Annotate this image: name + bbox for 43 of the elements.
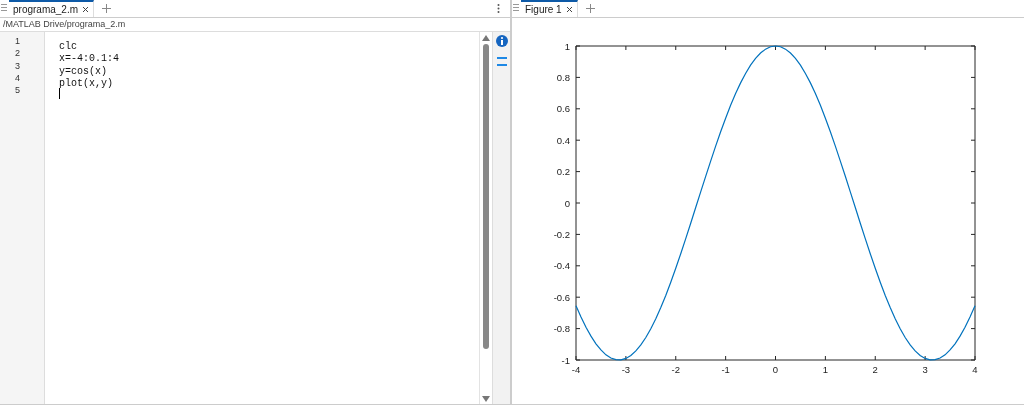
code-line: y=cos(x): [59, 65, 107, 77]
close-icon[interactable]: [565, 6, 573, 13]
close-icon[interactable]: [82, 6, 90, 13]
add-icon[interactable]: [585, 3, 595, 13]
drag-handle-icon[interactable]: [1, 4, 7, 13]
x-tick-label: 1: [822, 364, 828, 375]
y-tick-label: 0.4: [556, 134, 570, 146]
y-tick-label: 0.8: [556, 71, 570, 83]
line-number: 5: [14, 84, 20, 97]
y-tick-label: 0.2: [556, 166, 570, 178]
code-line: clc: [59, 41, 77, 52]
document-tab[interactable]: programa_2.m: [9, 0, 95, 17]
y-tick-label: 0: [564, 197, 570, 209]
warning-markers-icon[interactable]: [496, 57, 507, 67]
x-tick-label: -1: [721, 364, 730, 375]
document-tab[interactable]: Figure 1: [521, 0, 578, 17]
y-tick-label: 0.6: [556, 103, 570, 115]
x-tick-label: 0: [772, 364, 779, 375]
code-line: x=-4:0.1:4: [59, 53, 119, 65]
x-tick-label: 4: [972, 364, 978, 375]
x-tick-label: 3: [922, 364, 928, 375]
y-tick-label: -1: [561, 354, 570, 366]
y-tick-label: 1: [564, 40, 570, 52]
y-tick-label: -0.6: [553, 291, 570, 303]
line-number: 2: [14, 47, 20, 60]
line-number: 3: [14, 59, 20, 72]
code-line: plot(x,y): [59, 77, 113, 89]
y-tick-label: -0.4: [553, 260, 570, 272]
file-path: /MATLAB Drive/programa_2.m: [3, 19, 126, 29]
y-tick-label: -0.2: [553, 228, 570, 240]
x-tick-label: -4: [571, 364, 581, 375]
drag-handle-icon[interactable]: [513, 4, 519, 13]
line-number: 1: [14, 35, 20, 48]
y-tick-label: -0.8: [553, 323, 570, 335]
info-icon[interactable]: [495, 35, 508, 47]
x-tick-label: -2: [671, 364, 680, 375]
scroll-up-arrow-icon[interactable]: [482, 35, 490, 41]
scroll-down-arrow-icon[interactable]: [482, 396, 490, 402]
line-number: 4: [14, 71, 20, 85]
add-icon[interactable]: [102, 3, 112, 13]
code-editor[interactable]: 1 2 3 4 5 clc x=-4:0.1:4 y=cos(x) plot(x,y): [0, 32, 510, 404]
x-tick-label: 2: [872, 364, 878, 375]
x-tick-label: -3: [621, 364, 631, 375]
